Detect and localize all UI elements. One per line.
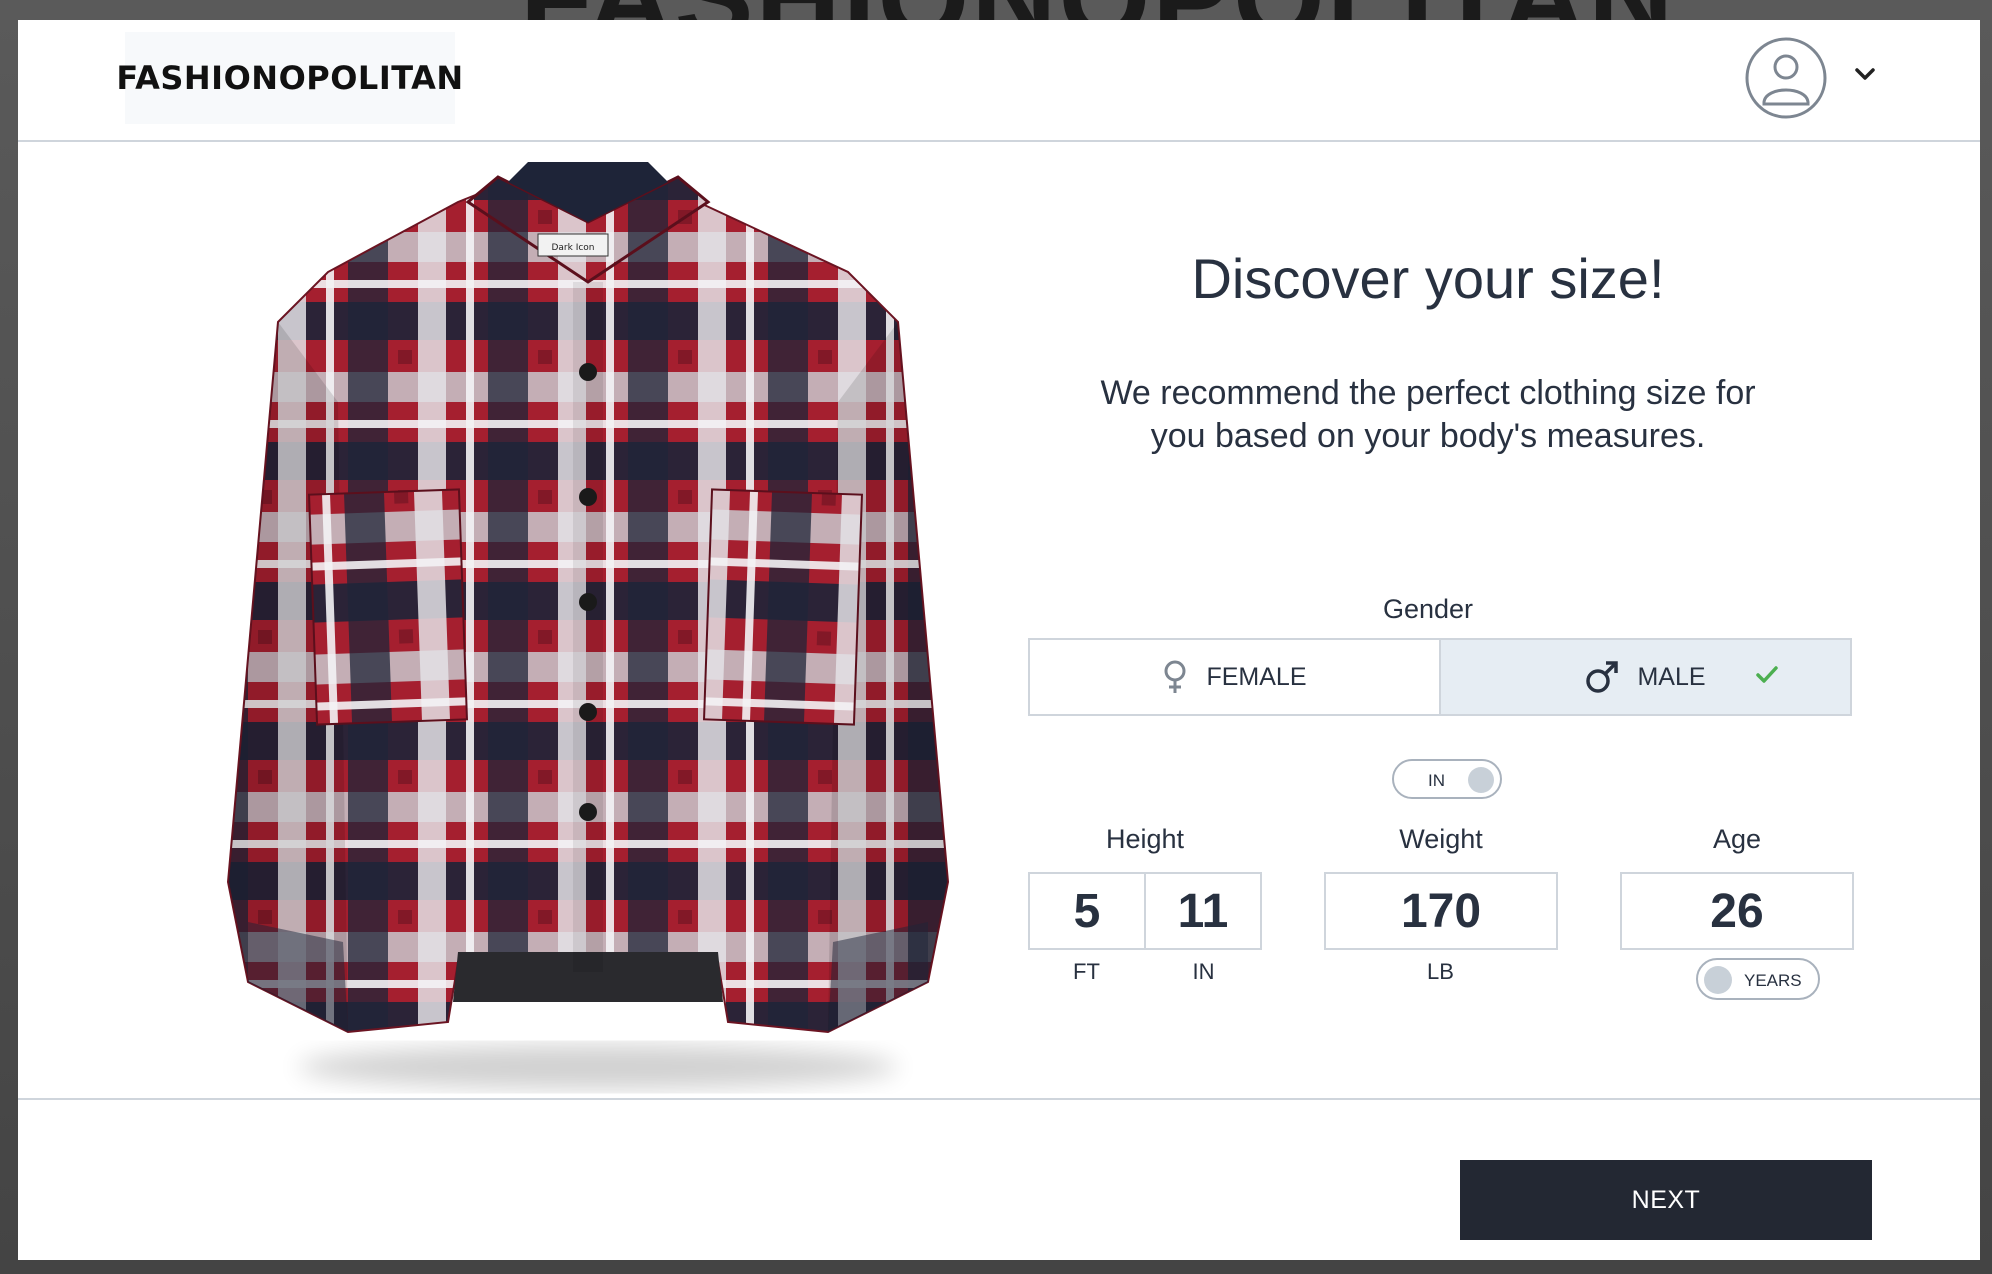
shirt-tag-text: Dark Icon bbox=[551, 243, 594, 253]
modal-header: FASHIONOPOLITAN bbox=[18, 20, 1980, 142]
next-button[interactable]: NEXT bbox=[1460, 1160, 1872, 1240]
logo: FASHIONOPOLITAN bbox=[116, 32, 463, 124]
unit-toggle-knob bbox=[1468, 767, 1494, 793]
user-menu-button[interactable] bbox=[1744, 36, 1878, 120]
height-feet-input[interactable]: 5 bbox=[1028, 872, 1146, 950]
height-inches-unit: IN bbox=[1192, 959, 1215, 984]
weight-label: Weight bbox=[1399, 824, 1483, 854]
logo-text: FASHIONOPOLITAN bbox=[116, 59, 464, 97]
female-label: FEMALE bbox=[1206, 662, 1307, 691]
age-unit-toggle-knob bbox=[1704, 966, 1732, 994]
size-form: Discover your size! We recommend the per… bbox=[1028, 142, 1868, 1100]
height-inches-input[interactable]: 11 bbox=[1144, 872, 1262, 950]
male-symbol-icon bbox=[1586, 661, 1619, 693]
gender-selector: FEMALE MALE bbox=[1028, 638, 1852, 716]
unit-toggle[interactable]: IN bbox=[1392, 759, 1502, 799]
male-button[interactable]: MALE bbox=[1439, 638, 1852, 716]
gender-label: Gender bbox=[1382, 594, 1474, 624]
female-symbol-icon bbox=[1164, 660, 1186, 693]
age-unit-toggle-label: YEARS bbox=[1744, 971, 1802, 990]
checkmark-icon bbox=[1756, 666, 1778, 683]
weight-unit: LB bbox=[1427, 959, 1454, 984]
product-image-area: Dark Icon bbox=[18, 142, 968, 1100]
female-button[interactable]: FEMALE bbox=[1028, 638, 1439, 716]
male-label: MALE bbox=[1637, 662, 1706, 691]
chevron-down-icon bbox=[1855, 68, 1875, 80]
dialog-title: Discover your size! bbox=[1191, 247, 1665, 310]
size-finder-modal: FASHIONOPOLITAN Dark Icon Discover your … bbox=[18, 20, 1980, 1260]
age-unit-toggle[interactable]: YEARS bbox=[1696, 958, 1820, 1000]
modal-footer: NEXT bbox=[18, 1098, 1980, 1260]
height-feet-unit: FT bbox=[1073, 959, 1100, 984]
unit-toggle-label: IN bbox=[1428, 771, 1445, 790]
age-label: Age bbox=[1712, 824, 1762, 854]
age-input[interactable]: 26 bbox=[1620, 872, 1854, 950]
dialog-subtitle: We recommend the perfect clothing size f… bbox=[1100, 374, 1756, 455]
plaid-shirt-image: Dark Icon bbox=[226, 162, 950, 1089]
user-avatar-icon bbox=[1745, 37, 1827, 119]
weight-input[interactable]: 170 bbox=[1324, 872, 1558, 950]
height-label: Height bbox=[1105, 824, 1185, 854]
